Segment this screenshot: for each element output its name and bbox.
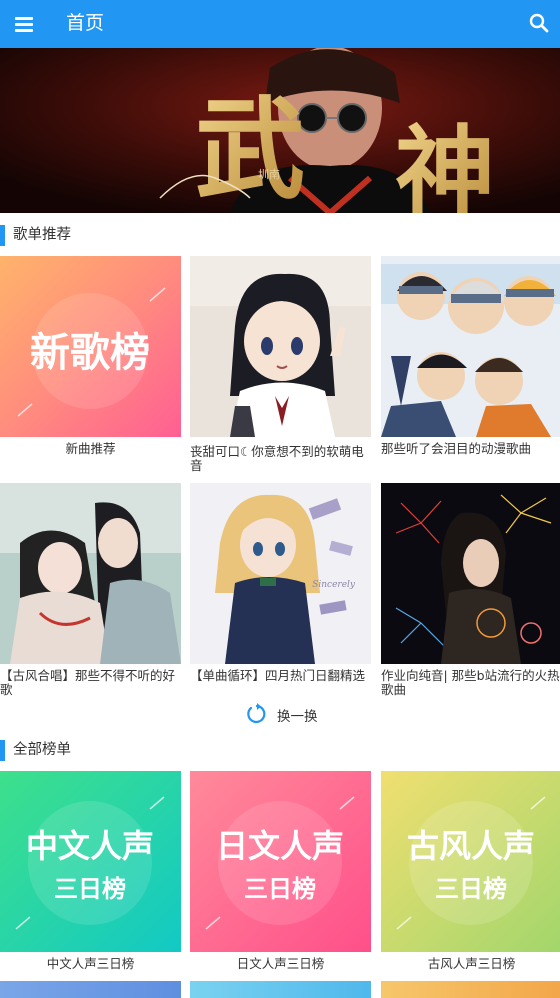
section-title: 歌单推荐 — [13, 227, 71, 243]
menu-icon[interactable] — [12, 10, 40, 38]
playlist-caption: 那些听了会泪目的动漫歌曲 — [381, 441, 532, 456]
playlist-caption: 丧甜可口☾你意想不到的软萌电音 — [190, 444, 364, 473]
cover-line2: 三日榜 — [435, 875, 507, 903]
section-title: 全部榜单 — [13, 742, 71, 758]
chart-card[interactable]: 中文人声 三日榜 中文人声三日榜 — [0, 771, 181, 981]
playlist-card[interactable]: 那些听了会泪目的动漫歌曲 — [381, 256, 560, 466]
refresh-label: 换一换 — [277, 709, 318, 725]
cover-line2: 三日榜 — [54, 875, 126, 903]
chart-cover: 日文人声 三日榜 — [190, 771, 371, 952]
playlist-card[interactable]: 丧甜可口☾你意想不到的软萌电音 — [190, 256, 371, 476]
chart-caption: 日文人声三日榜 — [236, 956, 325, 971]
playlist-cover — [381, 483, 560, 664]
section-accent-bar — [0, 225, 5, 246]
playlist-card[interactable]: Sincerely 【单曲循环】四月热门日翻精选 — [190, 483, 371, 698]
search-icon[interactable] — [526, 10, 554, 38]
playlist-cover — [190, 256, 371, 437]
playlist-cover — [0, 483, 181, 664]
cover-line1: 日文人声 — [216, 827, 344, 865]
playlist-caption: 【古风合唱】那些不得不听的好歌 — [0, 668, 176, 697]
playlist-cover: Sincerely — [190, 483, 371, 664]
page-title: 首页 — [66, 12, 105, 34]
cover-title: 新歌榜 — [30, 330, 150, 376]
section-header-playlists: 歌单推荐 — [0, 215, 560, 255]
chart-card[interactable]: 古风人声 三日榜 古风人声三日榜 — [381, 771, 560, 981]
chart-card-partial[interactable] — [190, 981, 371, 998]
chart-card-partial[interactable] — [381, 981, 560, 998]
playlist-card[interactable]: 作业向纯音| 那些b站流行的火热歌曲 — [381, 483, 560, 703]
playlist-cover: 新歌榜 — [0, 256, 181, 437]
banner-artist: 圳南 — [258, 168, 280, 181]
chart-card-partial[interactable] — [0, 981, 181, 998]
playlist-caption: 【单曲循环】四月热门日翻精选 — [190, 668, 366, 683]
playlist-cover — [381, 256, 560, 437]
banner-title-left: 武 — [195, 85, 305, 213]
svg-text:Sincerely: Sincerely — [312, 580, 356, 590]
chart-cover: 古风人声 三日榜 — [381, 771, 560, 952]
cover-line1: 中文人声 — [26, 827, 154, 865]
chart-caption: 古风人声三日榜 — [427, 956, 516, 971]
banner-carousel[interactable]: 武 神 圳南 — [0, 48, 560, 213]
section-accent-bar — [0, 740, 5, 761]
playlist-card[interactable]: 【古风合唱】那些不得不听的好歌 — [0, 483, 181, 698]
chart-caption: 中文人声三日榜 — [46, 956, 135, 971]
refresh-icon — [247, 703, 266, 724]
chart-card[interactable]: 日文人声 三日榜 日文人声三日榜 — [190, 771, 371, 981]
playlist-caption: 作业向纯音| 那些b站流行的火热歌曲 — [381, 668, 560, 697]
section-header-charts: 全部榜单 — [0, 730, 560, 770]
cover-line1: 古风人声 — [407, 827, 535, 865]
banner-image: 武 神 圳南 — [0, 48, 560, 213]
cover-line2: 三日榜 — [244, 875, 316, 903]
chart-cover: 中文人声 三日榜 — [0, 771, 181, 952]
playlist-card[interactable]: 新歌榜 新曲推荐 — [0, 256, 181, 456]
banner-title-right: 神 — [395, 114, 495, 213]
playlist-caption: 新曲推荐 — [65, 441, 116, 456]
app-bar: 首页 — [0, 0, 560, 48]
